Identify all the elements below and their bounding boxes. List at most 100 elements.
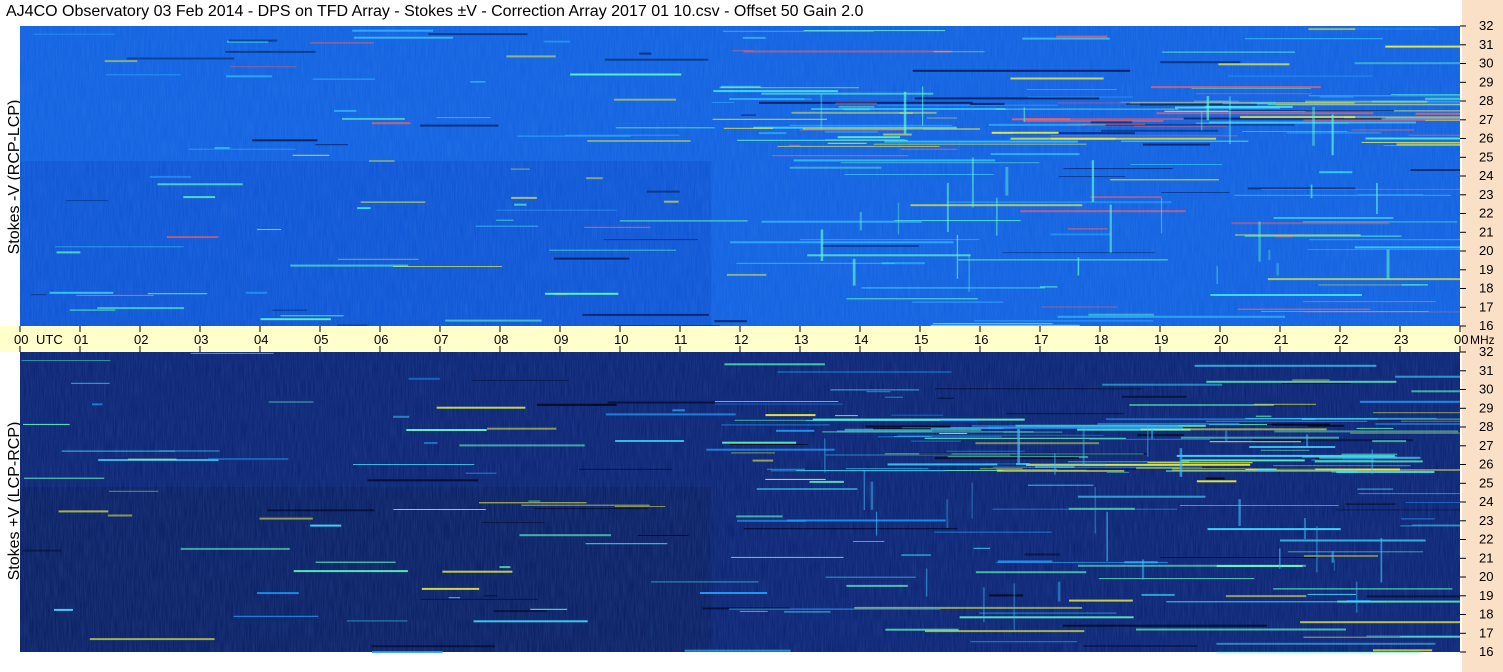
lower-emission-streak	[487, 427, 557, 430]
lower-emission-streak	[347, 620, 408, 622]
lower-burst	[1279, 548, 1281, 569]
lower-emission-streak	[1395, 375, 1460, 378]
lower-emission-streak	[372, 651, 443, 653]
lower-emission-streak	[1335, 509, 1460, 511]
upper-emission-streak	[1210, 294, 1362, 296]
upper-emission-streak	[1235, 234, 1361, 236]
upper-emission-streak	[226, 75, 272, 78]
time-tick-label: 00	[14, 332, 28, 347]
lower-emission-streak	[259, 517, 313, 520]
lower-burst	[1179, 448, 1183, 477]
time-tick-label: 06	[374, 332, 388, 347]
lower-emission-streak	[846, 468, 929, 470]
lower-emission-streak	[809, 480, 844, 483]
lower-emission-streak	[721, 424, 830, 426]
upper-emission-streak	[183, 196, 216, 199]
lower-emission-streak	[499, 566, 511, 569]
upper-emission-streak	[974, 320, 1154, 322]
upper-emission-streak	[1307, 249, 1460, 251]
upper-emission-streak	[1273, 217, 1394, 219]
lower-emission-streak	[1121, 395, 1187, 398]
lower-emission-streak	[911, 440, 961, 442]
lower-emission-streak	[421, 598, 538, 600]
lower-emission-streak	[651, 581, 759, 583]
time-tick-label: 21	[1274, 332, 1288, 347]
upper-emission-streak	[958, 259, 1168, 261]
lower-burst	[1054, 453, 1056, 475]
upper-burst	[1258, 221, 1261, 262]
upper-emission-streak	[342, 117, 405, 120]
upper-emission-streak	[506, 55, 556, 58]
lower-emission-streak	[1400, 525, 1460, 527]
lower-burst	[946, 499, 949, 528]
upper-emission-streak	[1002, 252, 1155, 254]
lower-emission-streak	[787, 519, 946, 522]
upper-freq-tick-label: 30	[1479, 56, 1493, 71]
lower-emission-streak	[483, 595, 498, 597]
lower-emission-streak	[934, 388, 1143, 390]
lower-emission-streak	[1083, 645, 1198, 647]
upper-emission-streak	[719, 87, 859, 89]
time-tick-label: 02	[134, 332, 148, 347]
lower-emission-streak	[1205, 477, 1225, 480]
upper-emission-streak	[1175, 106, 1280, 109]
lower-emission-streak	[1028, 484, 1094, 486]
upper-emission-streak	[1161, 51, 1295, 53]
lower-emission-streak	[1307, 424, 1345, 427]
upper-burst	[1216, 265, 1218, 285]
time-tick-label: 04	[254, 332, 268, 347]
upper-emission-streak	[510, 168, 530, 170]
upper-burst	[1331, 114, 1334, 156]
upper-emission-streak	[1261, 311, 1429, 312]
upper-emission-streak	[822, 245, 919, 247]
lower-emission-streak	[1366, 595, 1460, 598]
upper-emission-streak	[1415, 112, 1460, 115]
lower-emission-streak	[1129, 404, 1274, 406]
upper-burst	[971, 157, 974, 208]
upper-burst	[852, 258, 856, 286]
upper-emission-streak	[1063, 168, 1173, 170]
spectrogram-chart: 00 01 02 03 04 05 06 07 08 09 10 11 12 13 14 15 16 17 18 19…	[0, 18, 1495, 659]
upper-emission-streak	[873, 143, 1087, 145]
upper-burst	[1206, 96, 1210, 121]
upper-emission-streak	[789, 166, 882, 169]
upper-emission-streak	[586, 177, 603, 180]
upper-emission-streak	[260, 318, 331, 321]
upper-emission-streak	[1354, 246, 1460, 249]
upper-emission-streak	[352, 29, 433, 32]
upper-emission-streak	[1234, 194, 1451, 196]
lower-emission-streak	[901, 554, 931, 557]
time-tick-label: 10	[614, 332, 628, 347]
lower-emission-streak	[1257, 468, 1276, 471]
upper-emission-streak	[995, 108, 1179, 110]
lower-emission-streak	[959, 616, 1134, 619]
lower-emission-streak	[1253, 403, 1316, 405]
lower-emission-streak	[776, 429, 815, 432]
upper-emission-streak	[337, 258, 419, 260]
upper-emission-streak	[393, 266, 503, 267]
lower-frequency-axis: 16 17 18 19 20 21 22 23 24 25 26 27 28 29 30 31 32	[1460, 344, 1493, 659]
lower-emission-streak	[1196, 480, 1237, 483]
lower-emission-streak	[61, 450, 176, 452]
upper-emission-streak	[1051, 137, 1116, 140]
upper-emission-streak	[1308, 28, 1356, 31]
upper-emission-streak	[1090, 121, 1133, 124]
upper-emission-streak	[554, 257, 630, 260]
lower-burst	[971, 482, 973, 519]
lower-emission-streak	[1136, 467, 1180, 470]
lower-emission-streak	[985, 463, 1106, 465]
upper-burst	[1023, 107, 1026, 122]
lower-emission-streak	[837, 430, 932, 433]
upper-emission-streak	[1040, 286, 1058, 288]
upper-emission-streak	[517, 135, 631, 137]
lower-freq-tick-label: 29	[1479, 400, 1493, 415]
upper-emission-streak	[272, 309, 308, 311]
upper-emission-streak	[1425, 97, 1460, 100]
lower-emission-streak	[579, 468, 672, 470]
upper-freq-tick-label: 31	[1479, 37, 1493, 52]
lower-burst	[1142, 559, 1145, 580]
time-tick-label: 00	[1454, 332, 1468, 347]
lower-emission-streak	[1273, 465, 1411, 467]
upper-emission-streak	[280, 315, 344, 317]
lower-emission-streak	[1069, 599, 1133, 602]
